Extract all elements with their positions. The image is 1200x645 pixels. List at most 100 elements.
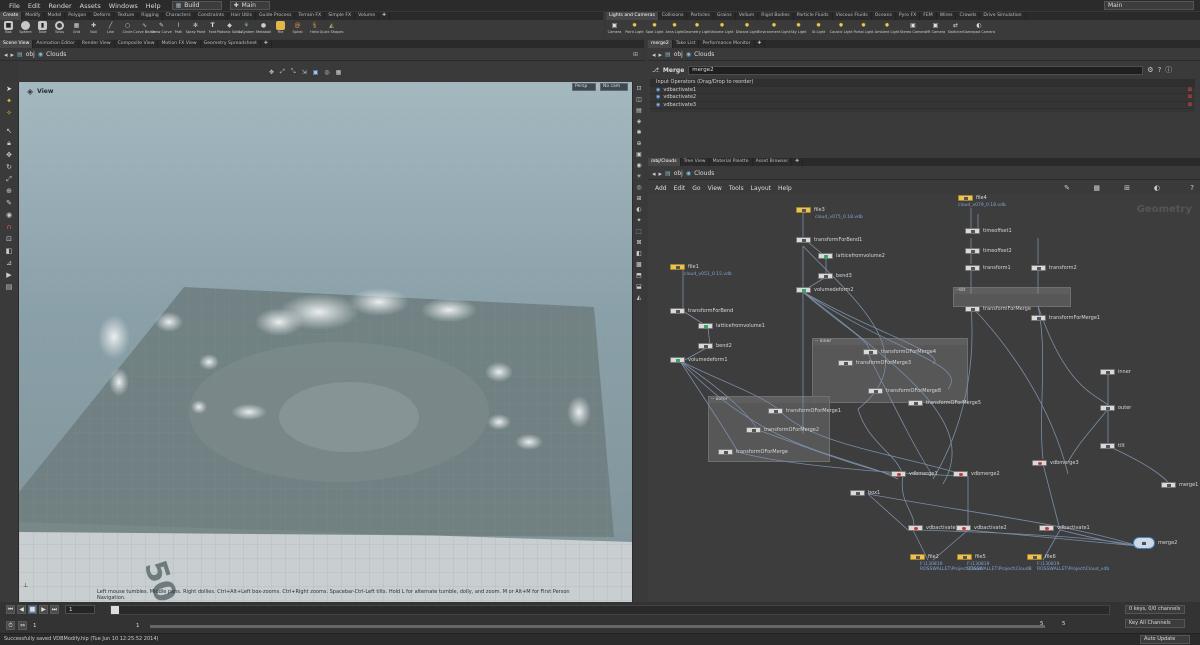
tab-performance-monitor[interactable]: Performance Monitor xyxy=(699,40,755,48)
step-back-icon[interactable]: ◀ xyxy=(17,605,26,614)
transform-icon[interactable]: ⊕ xyxy=(4,186,15,196)
path-obj[interactable]: obj xyxy=(26,51,35,58)
tool-stereo-camera[interactable]: ▣ Stereo Camera xyxy=(900,20,926,39)
network-node[interactable]: volumedeform1 xyxy=(670,357,728,363)
tool-null[interactable]: ✚ Null xyxy=(85,20,102,39)
shelf-tab[interactable]: Model xyxy=(45,12,66,20)
gear-icon[interactable]: ⚙ xyxy=(1147,66,1153,74)
network-view-icon[interactable]: ▦ xyxy=(1093,184,1100,192)
pose-icon[interactable]: ✧ xyxy=(4,108,15,118)
display-tool-icon[interactable]: ◭ xyxy=(635,293,644,302)
tool-camera[interactable]: ▣ Camera xyxy=(606,20,623,39)
top-right-select[interactable]: Main xyxy=(1104,1,1194,10)
range-icon[interactable]: ⇔ xyxy=(18,621,27,630)
shelf-tab[interactable]: Rigid Bodies xyxy=(758,12,794,20)
play-icon[interactable]: ▶ xyxy=(39,605,48,614)
view-tool-icon[interactable]: ⤢ xyxy=(280,68,285,76)
add-tab-button[interactable]: ✚ xyxy=(261,40,272,48)
shelf-tab[interactable]: Create xyxy=(0,12,23,20)
network-node[interactable]: file2 xyxy=(910,554,939,560)
path-clouds[interactable]: Clouds xyxy=(694,51,714,58)
add-shelf-tab-button[interactable]: ✚ xyxy=(379,12,391,20)
path-obj[interactable]: obj xyxy=(674,170,683,177)
tool-file[interactable]: File xyxy=(272,20,289,39)
tool-gamepad-camera[interactable]: ◐ Gamepad Camera xyxy=(963,20,995,39)
display-tool-icon[interactable]: ⊕ xyxy=(635,139,644,148)
current-frame-field[interactable]: 1 xyxy=(65,605,95,614)
tool-volume-light[interactable]: ✹ Volume Light xyxy=(711,20,734,39)
measure-icon[interactable]: ⊿ xyxy=(4,258,15,268)
shelf-tab[interactable]: Guide Process xyxy=(256,12,296,20)
menu-assets[interactable]: Assets xyxy=(77,2,104,10)
network-node[interactable]: vdbmerge2 xyxy=(953,471,1000,477)
network-node[interactable]: latticefromvolume1 xyxy=(698,323,765,329)
menu-render[interactable]: Render xyxy=(45,2,74,10)
range-bar[interactable] xyxy=(150,625,1045,628)
display-tool-icon[interactable]: ▩ xyxy=(635,260,644,269)
network-node[interactable]: vdbactivate2 xyxy=(956,525,1007,531)
tool-spot-light[interactable]: ✹ Spot Light xyxy=(646,20,664,39)
shelf-tab[interactable]: Grains xyxy=(714,12,736,20)
display-tool-icon[interactable]: ☀ xyxy=(635,172,644,181)
network-menu-edit[interactable]: Edit xyxy=(674,185,686,192)
network-menu-add[interactable]: Add xyxy=(655,185,667,192)
network-node[interactable]: timeoffset1 xyxy=(965,228,1012,234)
scale-icon[interactable]: ⤢ xyxy=(4,174,15,184)
pin-icon[interactable]: ⊞ xyxy=(633,51,638,58)
node-name-field[interactable]: merge2 xyxy=(688,65,1144,75)
end-frame-field[interactable]: 5 xyxy=(1040,621,1044,627)
persp-menu[interactable]: Persp xyxy=(572,83,596,91)
network-node[interactable]: merge1 xyxy=(1161,482,1198,488)
network-node[interactable]: file4 xyxy=(958,195,987,201)
path-clouds[interactable]: Clouds xyxy=(694,170,714,177)
info-icon[interactable]: ⓘ xyxy=(1165,65,1172,75)
timeline-playhead[interactable] xyxy=(111,606,119,614)
shelf-tab[interactable]: Texture xyxy=(114,12,139,20)
tab-scene-view[interactable]: Scene View xyxy=(0,40,34,48)
start-frame-field[interactable]: 1 xyxy=(30,621,50,630)
network-node[interactable]: transformOForMerge5 xyxy=(908,400,981,406)
input-row[interactable]: ◉ vdbactivate1 ⊠ xyxy=(650,87,1195,94)
display-tool-icon[interactable]: ⊡ xyxy=(635,84,644,93)
shelf-tab[interactable]: Rigging xyxy=(138,12,163,20)
tool-metaball[interactable]: ● Metaball xyxy=(255,20,272,39)
view-tool-icon[interactable]: ⤡ xyxy=(291,68,296,76)
render-region-icon[interactable]: ◧ xyxy=(4,246,15,256)
tool-box[interactable]: ■ Box xyxy=(0,20,17,39)
network-node[interactable]: transformForMerge1 xyxy=(1031,315,1100,321)
grid-toggle-icon[interactable]: ⊞ xyxy=(1124,184,1130,192)
tool-environment-light[interactable]: ✹ Environment Light xyxy=(758,20,790,39)
jump-end-icon[interactable]: ⏭ xyxy=(50,605,59,614)
view-tool-icon[interactable]: ⇲ xyxy=(302,69,307,76)
tool-sphere[interactable]: Sphere xyxy=(17,20,34,39)
timeline-slider[interactable] xyxy=(110,605,1110,615)
network-node[interactable]: transformForMerge xyxy=(965,306,1031,312)
tool-lsystem[interactable]: ⚘ L-System xyxy=(238,20,255,39)
forward-arrow-icon[interactable]: ▸ xyxy=(659,170,663,178)
display-tool-icon[interactable]: ◧ xyxy=(635,249,644,258)
tool-torus[interactable]: Torus xyxy=(51,20,68,39)
magnet-icon[interactable]: ∩ xyxy=(4,222,15,232)
add-tab-button[interactable]: ✚ xyxy=(792,158,804,166)
shelf-tab[interactable]: Crowds xyxy=(956,12,981,20)
tool-sky-light[interactable]: ✹ Sky Light xyxy=(790,20,807,39)
move-icon[interactable]: ✥ xyxy=(4,150,15,160)
handle-icon[interactable]: ✦ xyxy=(4,96,15,106)
flipbook-icon[interactable]: ▶ xyxy=(4,270,15,280)
tab-take-list[interactable]: Take List xyxy=(673,40,700,48)
network-node[interactable]: transformForBend1 xyxy=(796,237,862,243)
input-row[interactable]: ◉ vdbactivate3 ⊠ xyxy=(650,102,1195,109)
display-tool-icon[interactable]: ◈ xyxy=(635,117,644,126)
scene-tab-select[interactable]: ✚ Main xyxy=(229,1,270,10)
display-tool-icon[interactable]: ⬒ xyxy=(635,271,644,280)
network-node[interactable]: volumedeform2 xyxy=(796,287,854,293)
lock-icon[interactable]: 🔒︎ xyxy=(4,138,15,148)
display-tool-icon[interactable]: ✱ xyxy=(635,128,644,137)
tool-distant-light[interactable]: ✹ Distant Light xyxy=(736,20,758,39)
network-node[interactable]: file5 xyxy=(957,554,986,560)
network-node[interactable]: latticefromvolume2 xyxy=(818,253,885,259)
display-tool-icon[interactable]: ⊞ xyxy=(635,194,644,203)
add-tab-button[interactable]: ✚ xyxy=(755,40,766,48)
view-icon[interactable]: ◉ xyxy=(4,210,15,220)
desktop-select[interactable]: ▦ Build xyxy=(171,1,222,10)
